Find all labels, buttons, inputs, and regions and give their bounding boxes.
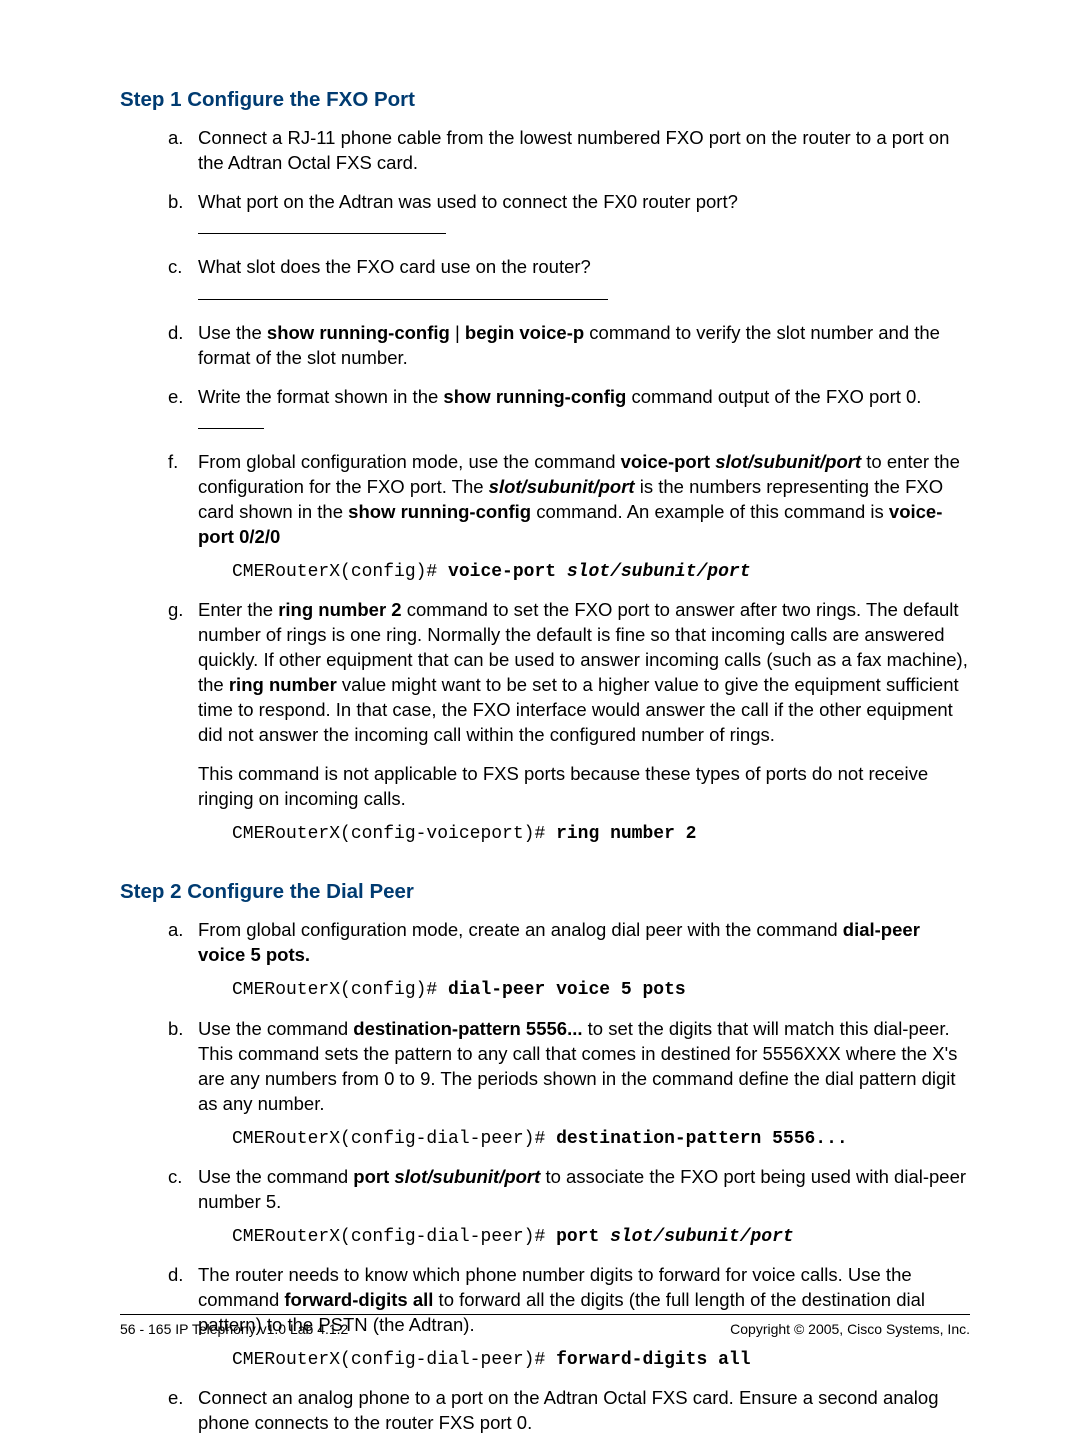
step2-item-a: a. From global configuration mode, creat…	[120, 918, 970, 1002]
code-cmd: voice-port	[448, 562, 567, 582]
step1-item-a: a. Connect a RJ-11 phone cable from the …	[120, 126, 970, 176]
list-marker: c.	[168, 1165, 182, 1190]
fill-blank[interactable]	[198, 215, 446, 235]
step1-item-c: c. What slot does the FXO card use on th…	[120, 255, 970, 306]
list-marker: a.	[168, 918, 183, 943]
step1-item-e: e. Write the format shown in the show ru…	[120, 385, 970, 436]
fill-blank[interactable]	[198, 280, 608, 300]
body-text: |	[450, 322, 465, 343]
code-prompt: CMERouterX(config)#	[232, 980, 448, 1000]
page-footer: 56 - 165 IP Telephony v1.0 Lab 4.1.2 Cop…	[120, 1314, 970, 1337]
list-marker: f.	[168, 450, 178, 475]
page: Step 1 Configure the FXO Port a. Connect…	[0, 0, 1080, 1397]
list-marker: b.	[168, 190, 183, 215]
code-line: CMERouterX(config-dial-peer)# forward-di…	[232, 1348, 970, 1372]
code-prompt: CMERouterX(config)#	[232, 562, 448, 582]
body-bold: show running-config	[443, 386, 626, 407]
step2-list: a. From global configuration mode, creat…	[120, 918, 970, 1436]
code-line: CMERouterX(config-voiceport)# ring numbe…	[232, 822, 970, 846]
body-text: Use the	[198, 322, 267, 343]
footer-right: Copyright © 2005, Cisco Systems, Inc.	[730, 1321, 970, 1337]
code-cmd: ring number 2	[556, 824, 696, 844]
body-text: What port on the Adtran was used to conn…	[198, 191, 738, 212]
body-text: Use the command	[198, 1166, 353, 1187]
body-text: This command is not applicable to FXS po…	[198, 762, 970, 812]
body-text: From global configuration mode, create a…	[198, 919, 843, 940]
body-bold: forward-digits all	[284, 1289, 433, 1310]
body-bold: voice-port	[621, 451, 710, 472]
step1-item-d: d. Use the show running-config | begin v…	[120, 321, 970, 371]
body-bold: destination-pattern 5556...	[353, 1018, 582, 1039]
body-bold: port	[353, 1166, 389, 1187]
code-prompt: CMERouterX(config-voiceport)#	[232, 824, 556, 844]
step2-heading: Step 2 Configure the Dial Peer	[120, 880, 970, 904]
code-prompt: CMERouterX(config-dial-peer)#	[232, 1350, 556, 1370]
step1-heading: Step 1 Configure the FXO Port	[120, 88, 970, 112]
step2-item-e: e. Connect an analog phone to a port on …	[120, 1386, 970, 1436]
body-bold: begin voice-p	[465, 322, 584, 343]
body-text: Connect an analog phone to a port on the…	[198, 1387, 939, 1433]
list-marker: e.	[168, 385, 183, 410]
body-text: command. An example of this command is	[531, 501, 889, 522]
code-cmd: port	[556, 1227, 610, 1247]
code-cmd: forward-digits all	[556, 1350, 750, 1370]
list-marker: a.	[168, 126, 183, 151]
code-prompt: CMERouterX(config-dial-peer)#	[232, 1129, 556, 1149]
body-text: Write the format shown in the	[198, 386, 443, 407]
step2-item-c: c. Use the command port slot/subunit/por…	[120, 1165, 970, 1249]
body-bold-italic: slot/subunit/port	[715, 451, 861, 472]
body-text: command output of the FXO port 0.	[626, 386, 921, 407]
list-marker: g.	[168, 598, 183, 623]
list-marker: d.	[168, 1263, 183, 1288]
body-bold: show running-config	[267, 322, 450, 343]
body-bold: show running-config	[348, 501, 531, 522]
code-arg: slot/subunit/port	[567, 562, 751, 582]
body-bold: ring number	[229, 674, 337, 695]
list-marker: b.	[168, 1017, 183, 1042]
code-arg: slot/subunit/port	[610, 1227, 794, 1247]
body-text: From global configuration mode, use the …	[198, 451, 621, 472]
code-prompt: CMERouterX(config-dial-peer)#	[232, 1227, 556, 1247]
list-marker: e.	[168, 1386, 183, 1411]
code-line: CMERouterX(config-dial-peer)# destinatio…	[232, 1127, 970, 1151]
body-text: What slot does the FXO card use on the r…	[198, 256, 591, 277]
body-text: Enter the	[198, 599, 278, 620]
step2-item-b: b. Use the command destination-pattern 5…	[120, 1017, 970, 1151]
body-text: Connect a RJ-11 phone cable from the low…	[198, 127, 949, 173]
body-text: Use the command	[198, 1018, 353, 1039]
code-line: CMERouterX(config)# dial-peer voice 5 po…	[232, 978, 970, 1002]
fill-blank[interactable]	[198, 410, 264, 430]
code-cmd: destination-pattern 5556...	[556, 1129, 848, 1149]
body-bold: ring number 2	[278, 599, 401, 620]
code-cmd: dial-peer voice 5 pots	[448, 980, 686, 1000]
footer-left: 56 - 165 IP Telephony v1.0 Lab 4.1.2	[120, 1321, 348, 1337]
code-line: CMERouterX(config-dial-peer)# port slot/…	[232, 1225, 970, 1249]
body-bold-italic: slot/subunit/port	[489, 476, 635, 497]
step1-item-g: g. Enter the ring number 2 command to se…	[120, 598, 970, 846]
code-line: CMERouterX(config)# voice-port slot/subu…	[232, 560, 970, 584]
list-marker: d.	[168, 321, 183, 346]
body-bold-italic: slot/subunit/port	[394, 1166, 540, 1187]
list-marker: c.	[168, 255, 182, 280]
step1-item-f: f. From global configuration mode, use t…	[120, 450, 970, 584]
step1-item-b: b. What port on the Adtran was used to c…	[120, 190, 970, 241]
step1-list: a. Connect a RJ-11 phone cable from the …	[120, 126, 970, 846]
